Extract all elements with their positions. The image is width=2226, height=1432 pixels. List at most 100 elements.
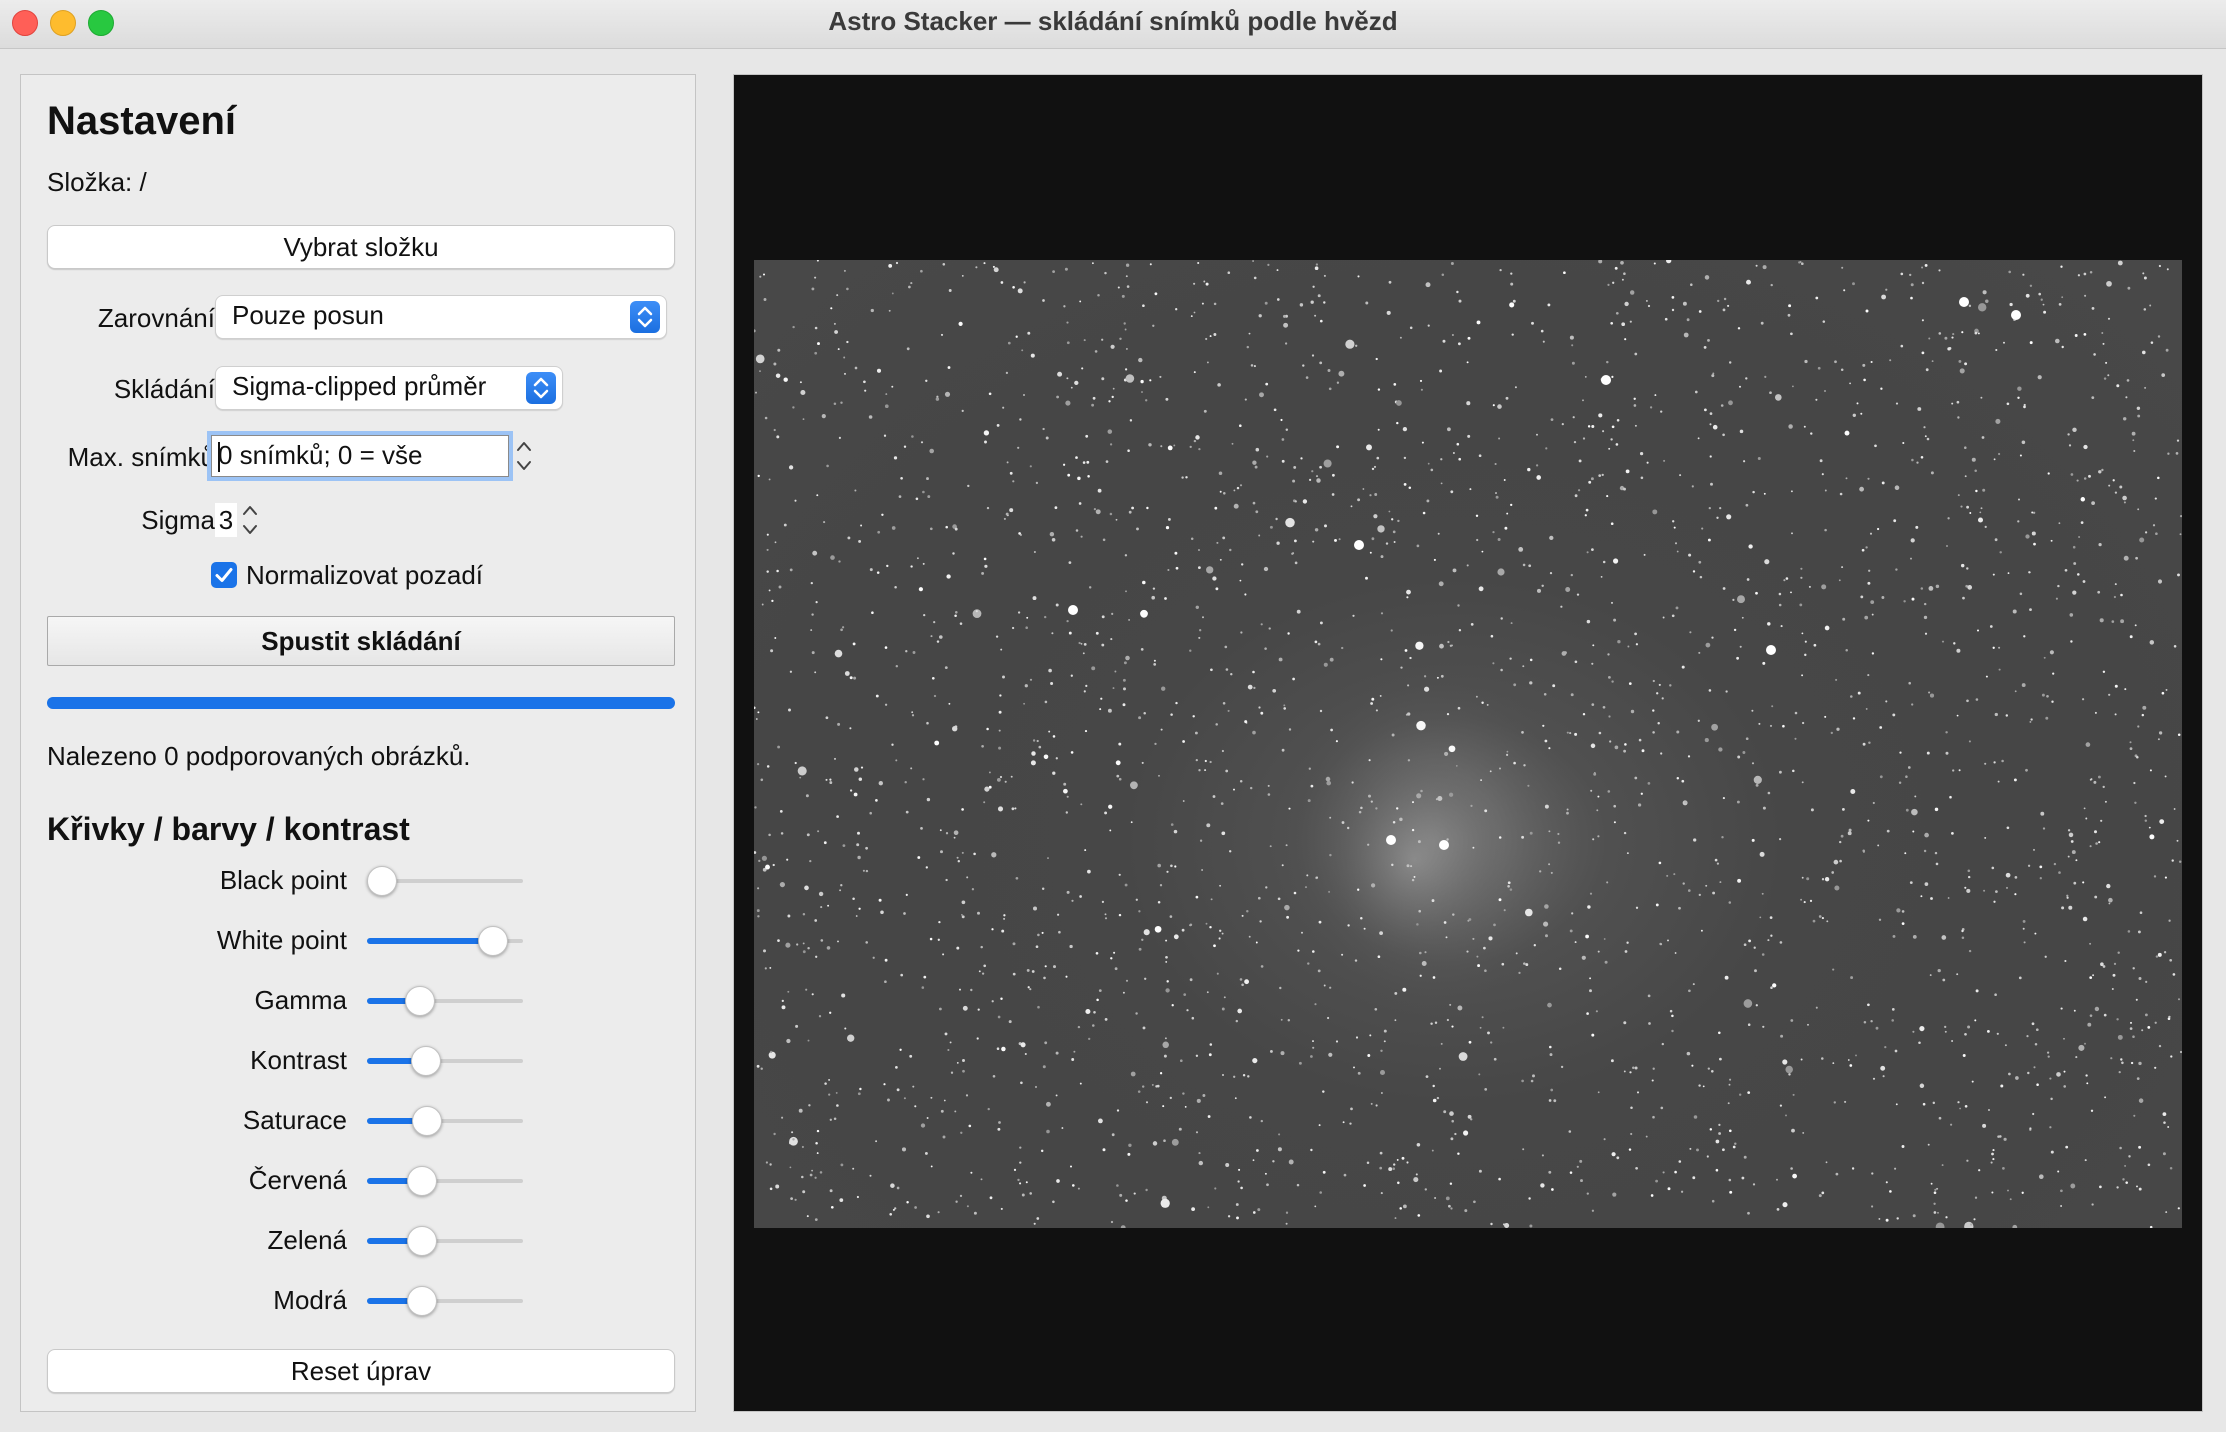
- star: [884, 404, 889, 409]
- adjustment-slider[interactable]: [367, 861, 523, 901]
- star: [2097, 775, 2101, 779]
- star: [1431, 1149, 1434, 1152]
- star: [2034, 932, 2037, 935]
- star: [1815, 296, 1819, 300]
- adjustment-slider[interactable]: [367, 1041, 523, 1081]
- star: [942, 953, 945, 956]
- slider-knob[interactable]: [407, 1166, 438, 1196]
- star: [1171, 1138, 1179, 1146]
- star: [1283, 314, 1286, 318]
- star: [1801, 781, 1804, 784]
- adjustment-slider[interactable]: [367, 1281, 523, 1321]
- star: [1383, 1029, 1387, 1033]
- star: [2106, 280, 2112, 287]
- adjustment-slider[interactable]: [367, 921, 523, 961]
- star: [1199, 629, 1202, 632]
- star: [1029, 678, 1033, 681]
- star: [1645, 1135, 1648, 1138]
- star: [1995, 890, 1998, 893]
- star: [833, 402, 837, 405]
- max-frames-stepper[interactable]: [513, 435, 535, 477]
- star: [1998, 646, 2001, 649]
- max-frames-input[interactable]: 0 snímků; 0 = vše: [211, 435, 509, 477]
- star: [1878, 918, 1882, 921]
- star: [769, 966, 772, 969]
- star: [1080, 535, 1083, 538]
- star: [1440, 482, 1443, 485]
- star: [2070, 473, 2074, 476]
- choose-folder-button[interactable]: Vybrat složku: [47, 225, 675, 269]
- star: [1416, 1143, 1421, 1147]
- adjustment-slider[interactable]: [367, 1161, 523, 1201]
- star: [1839, 840, 1842, 844]
- star: [1097, 488, 1102, 493]
- star: [776, 569, 779, 573]
- star: [1870, 1020, 1873, 1023]
- star: [1449, 1003, 1452, 1006]
- star: [946, 574, 951, 579]
- star: [836, 294, 839, 297]
- adjustment-slider[interactable]: [367, 981, 523, 1021]
- star: [1640, 792, 1643, 795]
- star: [1120, 1225, 1126, 1228]
- star: [2060, 1007, 2063, 1010]
- slider-knob[interactable]: [407, 1226, 438, 1256]
- star: [1966, 567, 1969, 570]
- slider-label: Modrá: [273, 1285, 347, 1315]
- star: [1208, 1053, 1212, 1057]
- star: [1732, 1145, 1736, 1149]
- star: [1613, 618, 1617, 622]
- star: [1175, 308, 1178, 311]
- star: [983, 557, 987, 561]
- star: [2031, 511, 2034, 514]
- sigma-stepper[interactable]: [239, 499, 261, 541]
- star: [1938, 332, 1942, 335]
- star: [2099, 1185, 2102, 1189]
- star: [1544, 739, 1548, 743]
- star: [1606, 495, 1609, 498]
- star: [1711, 723, 1718, 731]
- adjustment-slider[interactable]: [367, 1101, 523, 1141]
- star: [1785, 1114, 1787, 1117]
- star: [1509, 302, 1515, 308]
- reset-adjustments-button[interactable]: Reset úprav: [47, 1349, 675, 1393]
- star: [2031, 1022, 2035, 1026]
- star: [884, 703, 888, 706]
- stacking-select[interactable]: Sigma-clipped průměr: [215, 366, 563, 410]
- star: [2043, 310, 2047, 314]
- adjustment-slider[interactable]: [367, 1221, 523, 1261]
- star: [1849, 382, 1852, 385]
- star: [1119, 1193, 1123, 1197]
- sigma-input[interactable]: 3: [215, 503, 237, 537]
- alignment-select[interactable]: Pouze posun: [215, 295, 667, 339]
- star: [1141, 938, 1144, 941]
- star: [1633, 397, 1636, 400]
- slider-knob[interactable]: [412, 1106, 443, 1136]
- star: [1264, 647, 1267, 650]
- star: [971, 888, 975, 891]
- star: [1974, 1196, 1978, 1199]
- star: [1070, 674, 1073, 677]
- star: [2051, 700, 2054, 703]
- star: [888, 264, 893, 268]
- slider-knob[interactable]: [404, 986, 435, 1016]
- star: [1855, 1054, 1857, 1057]
- star: [2045, 716, 2049, 720]
- star: [1317, 969, 1321, 973]
- slider-knob[interactable]: [477, 926, 508, 956]
- star: [1790, 332, 1793, 336]
- star: [1122, 703, 1126, 707]
- slider-knob[interactable]: [411, 1046, 442, 1076]
- star: [1173, 829, 1178, 834]
- slider-knob[interactable]: [407, 1286, 438, 1316]
- star: [1127, 1152, 1131, 1156]
- star: [892, 1208, 895, 1211]
- normalize-background-checkbox[interactable]: [211, 562, 237, 588]
- star: [1938, 269, 1941, 272]
- star: [774, 541, 777, 544]
- star: [1155, 1085, 1158, 1088]
- start-stacking-button[interactable]: Spustit skládání: [47, 616, 675, 666]
- slider-knob[interactable]: [367, 866, 397, 896]
- star: [1062, 463, 1066, 466]
- star: [1099, 708, 1102, 711]
